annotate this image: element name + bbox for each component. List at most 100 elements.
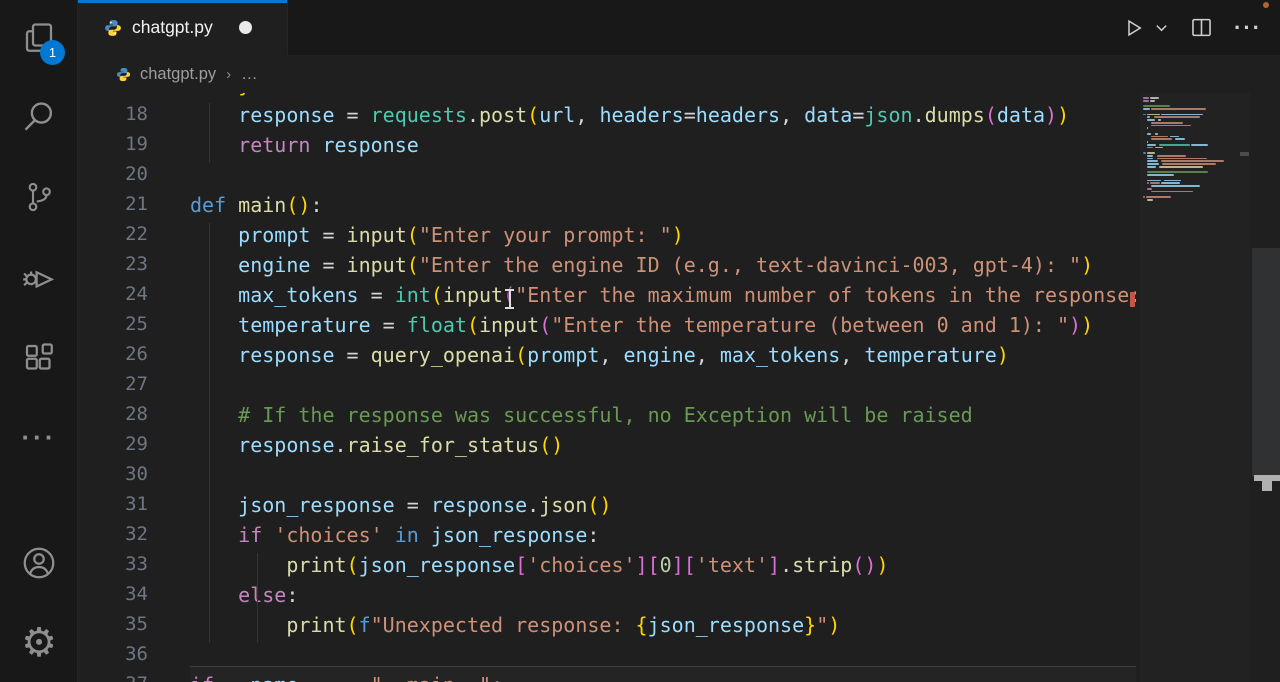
scrollbar-thumb[interactable] — [1252, 248, 1280, 477]
minimap-line — [1147, 158, 1153, 160]
minimap-line — [1147, 127, 1148, 129]
minimap-line — [1162, 163, 1217, 165]
code-line[interactable]: 25 temperature = float(input("Enter the … — [78, 313, 1136, 343]
minimap-line — [1151, 136, 1168, 138]
explorer-badge: 1 — [40, 40, 65, 65]
source-control-icon[interactable] — [0, 162, 78, 232]
more-actions-button[interactable]: ··· — [1234, 15, 1262, 41]
minimap-line — [1150, 97, 1158, 99]
code-text: print(json_response['choices'][0]['text'… — [190, 553, 889, 577]
minimap-line — [1143, 100, 1149, 102]
code-line[interactable]: 26 response = query_openai(prompt, engin… — [78, 343, 1136, 373]
account-icon[interactable] — [0, 528, 78, 598]
explorer-icon[interactable] — [0, 3, 78, 73]
run-debug-icon[interactable] — [0, 242, 78, 312]
minimap-line — [1159, 144, 1191, 146]
minimap-line — [1151, 122, 1183, 124]
code-text: response.raise_for_status() — [190, 433, 563, 457]
tab-modified-dot[interactable] — [239, 21, 252, 34]
code-line[interactable]: 21def main(): — [78, 193, 1136, 223]
minimap-line — [1147, 116, 1150, 118]
code-line[interactable]: 22 prompt = input("Enter your prompt: ") — [78, 223, 1136, 253]
code-text: print(f"Unexpected response: {json_respo… — [190, 613, 840, 637]
minimap-line — [1143, 114, 1146, 116]
more-views-icon[interactable]: ··· — [0, 402, 78, 472]
code-text: prompt = input("Enter your prompt: ") — [190, 223, 684, 247]
minimap[interactable] — [1140, 93, 1250, 682]
minimap-line — [1154, 116, 1200, 118]
minimap-line — [1161, 182, 1180, 184]
code-line[interactable]: 18 response = requests.post(url, headers… — [78, 103, 1136, 133]
line-number: 22 — [78, 223, 148, 245]
code-text: json_response = response.json() — [190, 493, 611, 517]
minimap-line — [1147, 114, 1160, 116]
code-line[interactable]: 30 — [78, 463, 1136, 493]
minimap-line — [1151, 125, 1191, 127]
minimap-line — [1147, 163, 1159, 165]
python-file-icon — [104, 19, 122, 37]
indent-guide — [209, 223, 210, 643]
code-editor[interactable]: 17 }18 response = requests.post(url, hea… — [78, 93, 1250, 682]
minimap-line — [1147, 133, 1151, 135]
minimap-line — [1161, 114, 1203, 116]
code-line[interactable]: 27 — [78, 373, 1136, 403]
run-dropdown-chevron-icon[interactable] — [1154, 20, 1169, 35]
code-line[interactable]: 24 max_tokens = int(input("Enter the max… — [78, 283, 1136, 313]
code-text: max_tokens = int(input("Enter the maximu… — [190, 283, 1136, 307]
code-text: else: — [190, 583, 298, 607]
minimap-line — [1143, 196, 1145, 198]
run-button[interactable] — [1124, 17, 1144, 39]
line-number: 28 — [78, 403, 148, 425]
breadcrumb: chatgpt.py › … — [78, 55, 1280, 93]
line-number: 19 — [78, 133, 148, 155]
minimap-line — [1147, 199, 1153, 201]
code-line[interactable]: 23 engine = input("Enter the engine ID (… — [78, 253, 1136, 283]
code-text: if __name__ == "__main__": — [190, 673, 503, 682]
code-line[interactable]: 31 json_response = response.json() — [78, 493, 1136, 523]
line-number: 27 — [78, 373, 148, 395]
settings-gear-icon[interactable]: ⚙ — [0, 608, 78, 678]
minimap-line — [1147, 119, 1154, 121]
code-line[interactable]: 20 — [78, 163, 1136, 193]
minimap-line — [1151, 185, 1199, 187]
minimap-line — [1147, 147, 1153, 149]
code-line[interactable]: 29 response.raise_for_status() — [78, 433, 1136, 463]
minimap-line — [1170, 136, 1178, 138]
code-text: def main(): — [190, 193, 322, 217]
minimap-line — [1143, 152, 1146, 154]
line-number: 34 — [78, 583, 148, 605]
code-text: response = requests.post(url, headers=he… — [190, 103, 1069, 127]
code-text: return response — [190, 133, 419, 157]
code-line[interactable]: 32 if 'choices' in json_response: — [78, 523, 1136, 553]
minimap-line — [1155, 133, 1158, 135]
minimap-line — [1143, 105, 1170, 107]
line-number: 36 — [78, 643, 148, 665]
minimap-line — [1147, 171, 1208, 173]
minimap-line — [1150, 100, 1154, 102]
code-line[interactable]: 33 print(json_response['choices'][0]['te… — [78, 553, 1136, 583]
code-line[interactable]: 17 } — [78, 93, 1136, 103]
minimap-line — [1151, 138, 1172, 140]
minimap-line — [1147, 166, 1155, 168]
code-line[interactable]: 19 return response — [78, 133, 1136, 163]
breadcrumb-separator: › — [226, 66, 231, 83]
line-number: 32 — [78, 523, 148, 545]
code-line[interactable]: 35 print(f"Unexpected response: {json_re… — [78, 613, 1136, 643]
code-line[interactable]: 36 — [78, 643, 1136, 673]
minimap-error-marker — [1130, 292, 1135, 307]
indent-guide — [209, 103, 210, 163]
vertical-scrollbar[interactable] — [1250, 93, 1280, 682]
tab-chatgpt-py[interactable]: chatgpt.py — [78, 0, 288, 55]
split-editor-button[interactable] — [1191, 17, 1212, 38]
minimap-line — [1175, 138, 1186, 140]
breadcrumb-file[interactable]: chatgpt.py — [140, 65, 216, 84]
breadcrumb-symbol[interactable]: … — [241, 65, 258, 84]
code-rows[interactable]: 17 }18 response = requests.post(url, hea… — [78, 93, 1136, 682]
search-icon[interactable] — [0, 82, 78, 152]
minimap-line — [1146, 196, 1171, 198]
code-line[interactable]: 37if __name__ == "__main__": — [78, 673, 1136, 682]
extensions-icon[interactable] — [0, 323, 78, 393]
code-line[interactable]: 28 # If the response was successful, no … — [78, 403, 1136, 433]
minimap-line — [1147, 144, 1155, 146]
code-line[interactable]: 34 else: — [78, 583, 1136, 613]
